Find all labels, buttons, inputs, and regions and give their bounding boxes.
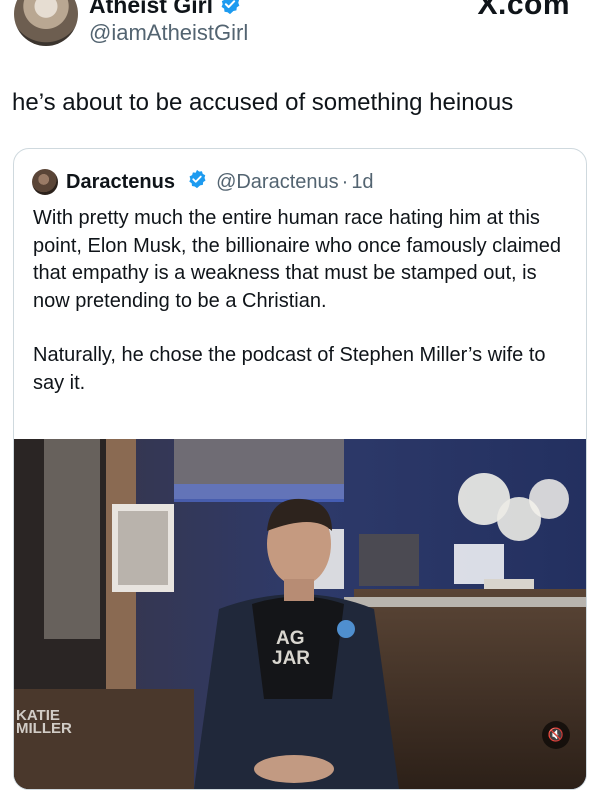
mute-button[interactable]: 🔇 bbox=[542, 721, 570, 749]
author-display-name[interactable]: Atheist Girl bbox=[89, 0, 241, 20]
video-frame-illustration: AG JAR bbox=[14, 439, 586, 789]
quoted-author-handle[interactable]: @Daractenus bbox=[216, 171, 339, 193]
watermark-line-2: MILLER bbox=[16, 720, 72, 737]
shirt-graphic-line-1: AG bbox=[276, 628, 305, 649]
shirt-graphic-line-2: JAR bbox=[272, 648, 310, 669]
quoted-tweet-body: With pretty much the entire human race h… bbox=[33, 205, 578, 397]
author-display-name-text: Atheist Girl bbox=[89, 0, 213, 18]
verified-badge-icon bbox=[219, 0, 241, 20]
header-separator: · bbox=[341, 171, 349, 193]
author-handle[interactable]: @iamAtheistGirl bbox=[89, 20, 248, 46]
tweet-text: he’s about to be accused of something he… bbox=[12, 89, 514, 116]
x-com-logo: X.com bbox=[477, 0, 570, 21]
quoted-tweet-video[interactable]: AG JAR KATIE MILLER 🔇 bbox=[14, 439, 586, 789]
verified-badge-icon bbox=[187, 169, 207, 196]
katie-miller-watermark: KATIE MILLER bbox=[16, 708, 72, 737]
quoted-tweet-timestamp[interactable]: 1d bbox=[351, 171, 373, 193]
author-avatar[interactable] bbox=[14, 0, 78, 46]
quoted-tweet-card[interactable]: Daractenus @Daractenus · 1d With pretty mu… bbox=[13, 148, 587, 790]
quoted-author-name[interactable]: Daractenus bbox=[66, 171, 175, 193]
quoted-tweet-paragraph-2: Naturally, he chose the podcast of Steph… bbox=[33, 344, 546, 394]
quoted-tweet-paragraph-1: With pretty much the entire human race h… bbox=[33, 207, 562, 312]
quoted-tweet-header: Daractenus @Daractenus · 1d bbox=[66, 169, 374, 196]
speaker-muted-icon: 🔇 bbox=[547, 727, 565, 742]
quoted-author-avatar[interactable] bbox=[32, 169, 58, 195]
